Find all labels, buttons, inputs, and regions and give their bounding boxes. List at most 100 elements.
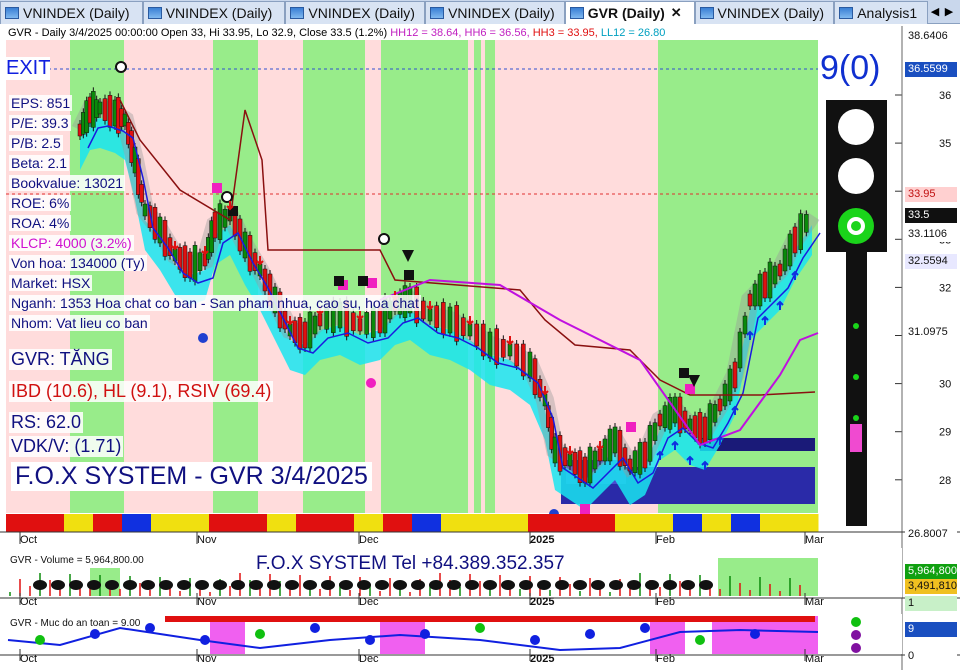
safety-dot	[365, 635, 375, 645]
pole-marker	[850, 424, 862, 452]
candle	[514, 343, 519, 367]
candle	[139, 184, 144, 203]
month-label: Oct	[20, 534, 38, 546]
month-label: Mar	[805, 534, 824, 546]
pole-dot	[853, 415, 859, 421]
status-strip-cell	[267, 514, 297, 532]
candle	[592, 450, 598, 470]
month-label: Nov	[197, 596, 217, 608]
volume-dot	[465, 580, 479, 590]
candle	[447, 306, 453, 334]
tab-5[interactable]: VNINDEX (Daily)	[694, 1, 835, 24]
candle	[572, 452, 578, 475]
status-strip-cell	[180, 514, 210, 532]
candle	[787, 233, 793, 267]
volume-dot	[249, 580, 263, 590]
candle	[187, 251, 193, 279]
status-strip-cell	[122, 514, 152, 532]
volume-dot	[105, 580, 119, 590]
close-tab-icon[interactable]: ✕	[671, 5, 682, 21]
safety-dot	[530, 635, 540, 645]
status-strip-cell	[702, 514, 732, 532]
candle	[707, 403, 713, 440]
chart-tab-icon	[5, 7, 19, 19]
candle	[454, 305, 459, 342]
indicator-value: 1	[905, 596, 957, 611]
magenta-marker	[366, 378, 376, 388]
legend-dot	[851, 643, 861, 653]
volume-dot	[303, 580, 317, 590]
candle	[792, 226, 798, 254]
chart-tab-icon	[147, 7, 162, 19]
month-label: Dec	[359, 534, 379, 546]
tab-6[interactable]: Analysis1	[834, 1, 928, 24]
candle	[712, 404, 718, 423]
fundamental-item: Nganh: 1353 Hoa chat co ban - San pham n…	[9, 295, 421, 311]
vdk-value: VDK/V: (1.71)	[9, 436, 124, 457]
candle	[727, 368, 733, 402]
chart-tab-icon	[430, 7, 445, 19]
candle	[527, 351, 533, 379]
candle	[752, 283, 758, 307]
tab-1[interactable]: VNINDEX (Daily)	[142, 1, 286, 24]
info-marker	[198, 333, 208, 343]
status-strip-cell	[673, 514, 703, 532]
status-strip-cell	[93, 514, 123, 532]
volume-dot	[285, 580, 299, 590]
month-label: 2025	[530, 596, 555, 608]
candle	[97, 101, 103, 115]
scroll-right-icon[interactable]: ▶	[942, 5, 956, 18]
volume-dot	[339, 580, 353, 590]
safety-dot	[35, 635, 45, 645]
status-strip-cell	[6, 514, 36, 532]
month-label: Mar	[805, 653, 824, 665]
signal-marker	[115, 61, 127, 73]
price-tick-label: 36	[939, 90, 951, 102]
volume-dot	[681, 580, 695, 590]
tab-0[interactable]: VNINDEX (Daily)	[0, 1, 143, 24]
month-label: Nov	[197, 534, 217, 546]
scroll-left-icon[interactable]: ◀	[928, 5, 942, 18]
volume-dot	[663, 580, 677, 590]
safety-dot	[585, 629, 595, 639]
fox-system-title: F.O.X SYSTEM - GVR 3/4/2025	[11, 462, 372, 491]
volume-dot	[429, 580, 443, 590]
fundamental-item: P/B: 2.5	[9, 135, 63, 151]
price-label: 33.1106	[905, 227, 957, 242]
candle	[732, 361, 738, 389]
volume-dot	[177, 580, 191, 590]
black-marker	[334, 276, 344, 286]
volume-dot	[87, 580, 101, 590]
tab-scroll[interactable]: ◀ ▶	[928, 0, 960, 23]
candle	[612, 426, 618, 454]
magenta-marker	[367, 278, 377, 288]
volume-dot	[591, 580, 605, 590]
status-strip-cell	[151, 514, 181, 532]
status-strip-cell	[354, 514, 384, 532]
status-strip-cell	[441, 514, 471, 532]
candle	[357, 318, 363, 332]
safety-bar	[165, 616, 815, 622]
month-label: Nov	[197, 653, 217, 665]
price-tick-label: 28	[939, 475, 951, 487]
status-strip-cell	[64, 514, 94, 532]
exit-label: EXIT	[6, 57, 51, 80]
volume-dot	[519, 580, 533, 590]
price-tick-label: 35	[939, 138, 951, 150]
candle	[562, 447, 568, 466]
status-strip-cell	[35, 514, 65, 532]
candle	[767, 261, 773, 299]
candle	[162, 220, 168, 257]
candle	[657, 413, 663, 427]
safety-dot	[200, 635, 210, 645]
tab-4[interactable]: GVR (Daily) ✕	[564, 1, 695, 24]
volume-dot	[555, 580, 569, 590]
volume-dot	[321, 580, 335, 590]
candle	[364, 312, 369, 335]
fundamental-item: Market: HSX	[9, 275, 93, 291]
tab-3[interactable]: VNINDEX (Daily)	[425, 1, 565, 24]
safety-dot	[145, 623, 155, 633]
tab-2[interactable]: VNINDEX (Daily)	[285, 1, 426, 24]
legend-dot	[851, 617, 861, 627]
candle	[607, 428, 613, 462]
